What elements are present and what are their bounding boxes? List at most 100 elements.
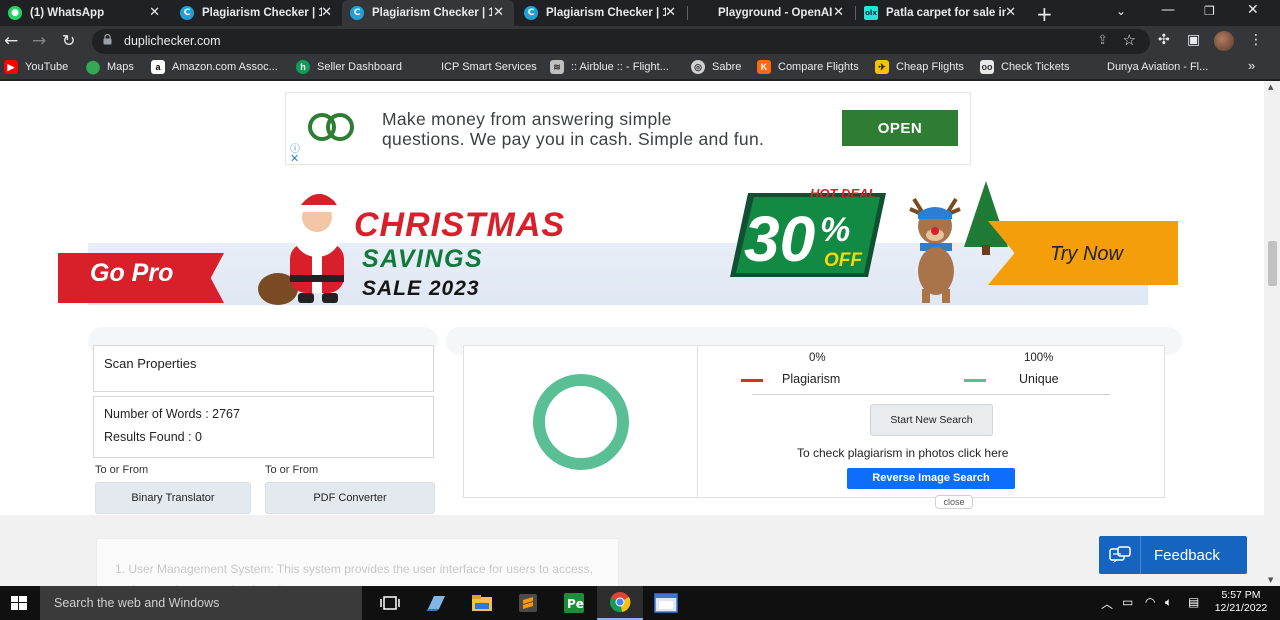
forward-icon[interactable]: →: [32, 31, 46, 51]
promo-title: CHRISTMAS: [354, 206, 566, 244]
tab-whatsapp[interactable]: ● (1) WhatsApp ✕: [0, 0, 170, 26]
task-view-icon[interactable]: [367, 586, 413, 620]
result-divider: [697, 346, 698, 497]
word-count: Number of Words : 2767: [104, 407, 240, 421]
bookmark-youtube[interactable]: ▶ YouTube: [4, 60, 68, 74]
close-icon[interactable]: ✕: [321, 5, 332, 20]
olx-icon: olx: [864, 6, 878, 20]
duplichecker-icon: C: [350, 6, 364, 20]
close-icon[interactable]: ✕: [665, 5, 676, 20]
taskbar-search[interactable]: Search the web and Windows: [40, 586, 362, 620]
amazon-icon: a: [151, 60, 165, 74]
url-text[interactable]: duplichecker.com: [124, 34, 221, 48]
bookmark-seller-dashboard[interactable]: h Seller Dashboard: [296, 60, 402, 74]
tab-plagiarism-2[interactable]: C Plagiarism Checker | 1 ✕: [342, 0, 514, 26]
scrollbar-thumb[interactable]: [1268, 241, 1277, 286]
browser-toolbar: ← → ↻ duplichecker.com ⇪ ☆ ✣ ▣ ⋮: [0, 26, 1280, 56]
tab-openai[interactable]: Playground - OpenAI ✕: [688, 0, 854, 26]
christmas-promo-banner[interactable]: Go Pro CHRISTMAS SAVINGS SALE 2023 30 % …: [58, 181, 1178, 309]
bookmark-sabre[interactable]: ◎ Sabre: [691, 60, 741, 74]
scroll-up-icon[interactable]: ▲: [1268, 83, 1273, 91]
file-explorer-icon[interactable]: [459, 586, 505, 620]
bookmark-dunya-aviation[interactable]: Dunya Aviation - Fl...: [1086, 60, 1208, 74]
bookmark-airblue[interactable]: ≋ :: Airblue :: - Flight...: [550, 60, 669, 74]
extensions-icon[interactable]: ✣: [1158, 32, 1170, 48]
ad-close-icon[interactable]: ✕: [290, 152, 299, 165]
taskbar-clock[interactable]: 5:57 PM 12/21/2022: [1212, 589, 1270, 615]
restore-icon[interactable]: ❐: [1204, 4, 1215, 18]
volume-muted-icon[interactable]: 🔈︎: [1165, 595, 1172, 610]
maps-icon: ⬤: [85, 59, 101, 74]
feedback-button[interactable]: Feedback: [1099, 536, 1247, 574]
tray-overflow-icon[interactable]: ︿: [1101, 595, 1113, 612]
bookmark-cheap-flights[interactable]: ✈ Cheap Flights: [875, 60, 964, 74]
blank-icon: [1086, 60, 1100, 74]
ad-text: Make money from answering simple questio…: [382, 109, 764, 149]
address-bar[interactable]: duplichecker.com ⇪ ☆: [92, 29, 1150, 54]
share-icon[interactable]: ⇪: [1097, 33, 1108, 48]
close-button[interactable]: close: [935, 495, 973, 509]
tool-caption: To or From: [95, 464, 149, 476]
go-pro-label[interactable]: Go Pro: [90, 259, 173, 288]
ad-logo-icon: [308, 113, 354, 141]
feedback-label[interactable]: Feedback: [1154, 547, 1220, 564]
binary-translator-button[interactable]: Binary Translator: [95, 482, 251, 514]
back-icon[interactable]: ←: [4, 31, 18, 51]
scroll-down-icon[interactable]: ▼: [1268, 576, 1273, 584]
close-icon[interactable]: ✕: [1005, 5, 1016, 20]
chrome-icon[interactable]: [597, 586, 643, 620]
feedback-icon: [1099, 536, 1141, 574]
sublime-text-icon[interactable]: [505, 586, 551, 620]
wifi-icon[interactable]: ◠: [1145, 595, 1155, 609]
bookmark-label: Compare Flights: [778, 61, 859, 73]
try-now-label[interactable]: Try Now: [1050, 243, 1123, 266]
openai-icon: [696, 6, 710, 20]
bookmark-amazon[interactable]: a Amazon.com Assoc...: [151, 60, 278, 74]
bookmark-label: ICP Smart Services: [441, 61, 537, 73]
youtube-icon: ▶: [4, 60, 18, 74]
new-tab-icon[interactable]: +: [1036, 2, 1053, 26]
page-scrollbar[interactable]: ▲ ▼: [1264, 81, 1280, 586]
window-close-icon[interactable]: ✕: [1247, 2, 1259, 18]
close-icon[interactable]: ✕: [833, 5, 844, 20]
reload-icon[interactable]: ↻: [62, 31, 75, 50]
tab-title: (1) WhatsApp: [30, 7, 105, 19]
side-panel-icon[interactable]: ▣: [1187, 32, 1200, 48]
tickets-icon: oo: [980, 60, 994, 74]
action-center-icon[interactable]: ▤: [1188, 595, 1199, 609]
menu-icon[interactable]: ⋮: [1249, 32, 1263, 48]
windows-taskbar: Search the web and Windows Pe ︿ ▭ ◠ 🔈︎ ▤…: [0, 586, 1280, 620]
tab-plagiarism-3[interactable]: C Plagiarism Checker | 1 ✕: [516, 0, 686, 26]
app-window-icon[interactable]: [643, 586, 689, 620]
minimize-icon[interactable]: —: [1161, 2, 1175, 18]
reverse-image-search-button[interactable]: Reverse Image Search: [847, 468, 1015, 489]
tab-plagiarism-1[interactable]: C Plagiarism Checker | 1 ✕: [172, 0, 342, 26]
word-count-value: 2767: [212, 407, 240, 421]
bookmark-check-tickets[interactable]: oo Check Tickets: [980, 60, 1069, 74]
edge-legacy-icon[interactable]: [413, 586, 459, 620]
tab-search-icon[interactable]: ⌄: [1116, 4, 1126, 18]
start-new-search-button[interactable]: Start New Search: [870, 404, 993, 436]
bookmark-label: Amazon.com Assoc...: [172, 61, 278, 73]
photoshop-elements-icon[interactable]: Pe: [551, 586, 597, 620]
tool-caption: To or From: [265, 464, 319, 476]
bookmark-icp[interactable]: ICP Smart Services: [420, 60, 537, 74]
bookmark-maps[interactable]: ⬤ Maps: [85, 59, 134, 74]
close-icon[interactable]: ✕: [493, 5, 504, 20]
battery-icon[interactable]: ▭: [1122, 595, 1133, 609]
pdf-converter-button[interactable]: PDF Converter: [265, 482, 435, 514]
bookmark-compare-flights[interactable]: K Compare Flights: [757, 60, 859, 74]
tab-olx[interactable]: olx Patla carpet for sale in ✕: [856, 0, 1026, 26]
profile-avatar[interactable]: [1214, 31, 1234, 51]
tab-title: Plagiarism Checker | 1: [372, 7, 492, 19]
kayak-icon: K: [757, 60, 771, 74]
bookmark-label: Check Tickets: [1001, 61, 1070, 73]
more-bookmarks-icon[interactable]: »: [1248, 58, 1255, 73]
advertisement[interactable]: Make money from answering simple questio…: [285, 92, 971, 165]
tab-title: Plagiarism Checker | 1: [202, 7, 322, 19]
bookmark-star-icon[interactable]: ☆: [1123, 31, 1136, 49]
close-icon[interactable]: ✕: [149, 5, 160, 20]
result-separator: [752, 394, 1110, 395]
windows-start-icon[interactable]: [11, 596, 27, 610]
ad-open-button[interactable]: OPEN: [842, 110, 958, 146]
